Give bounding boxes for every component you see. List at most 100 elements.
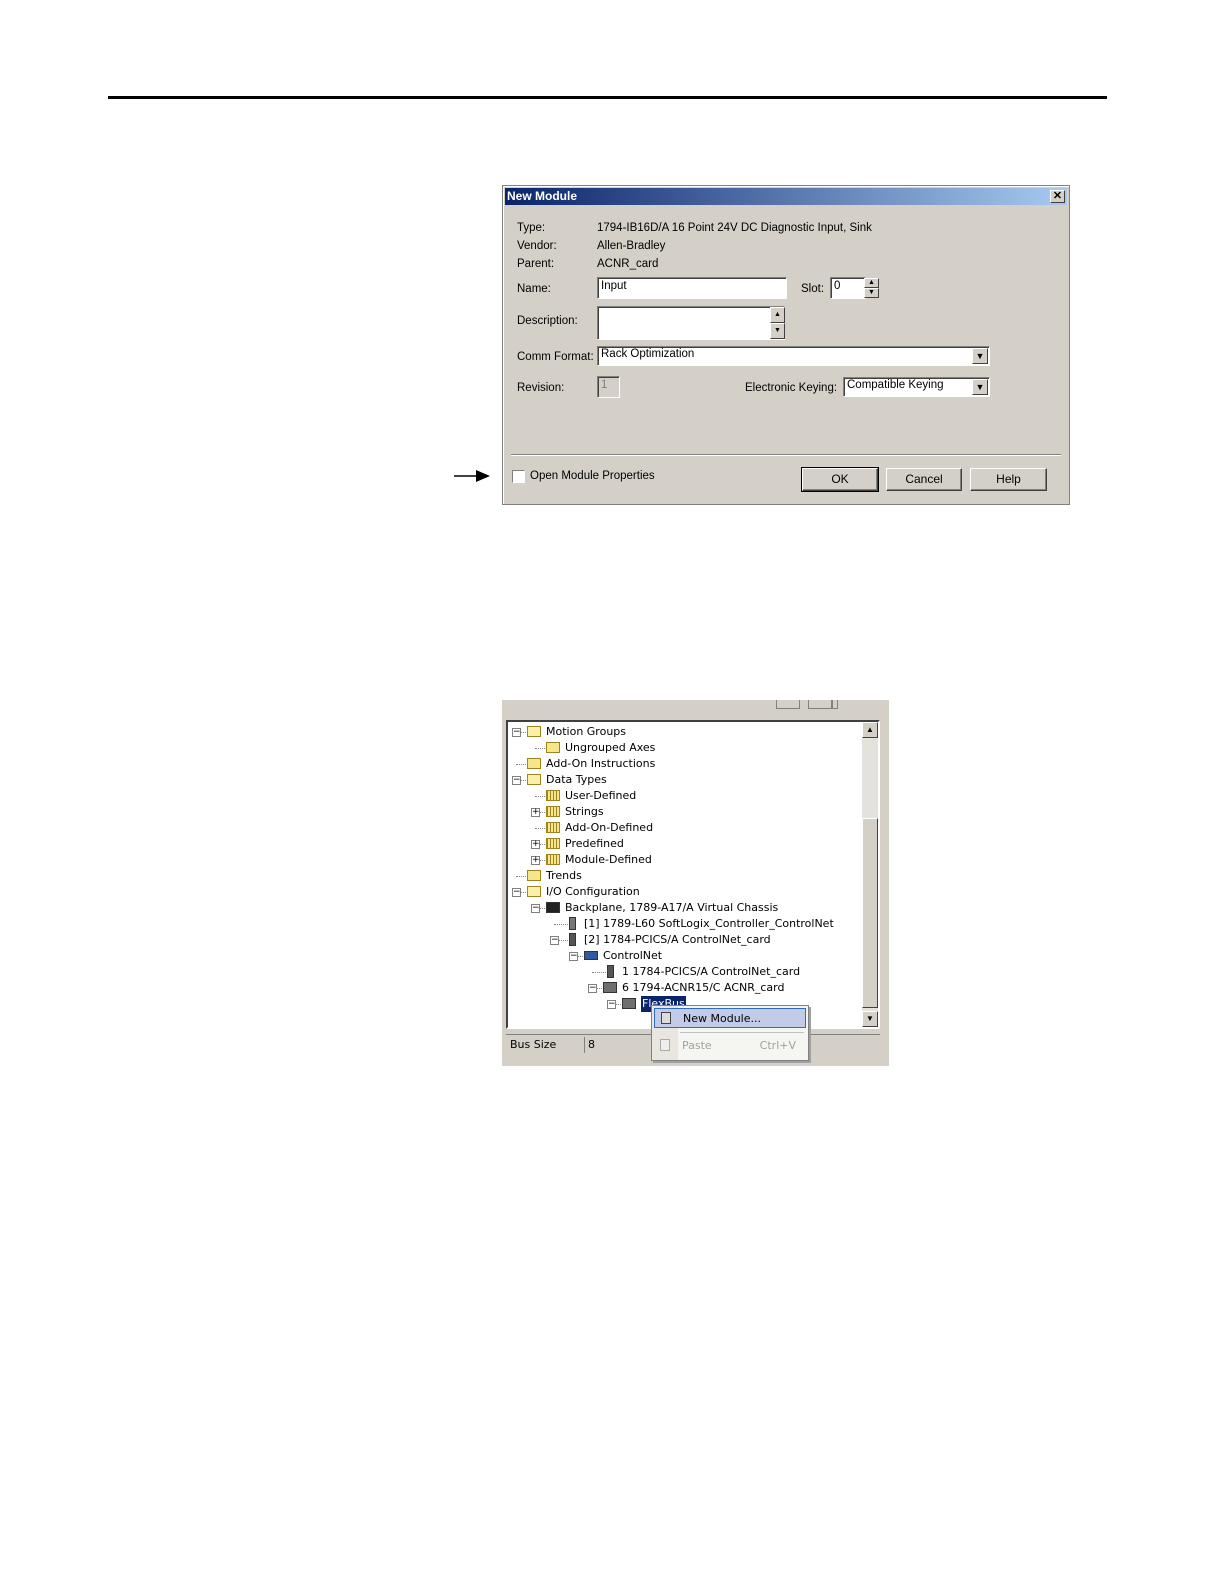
dialog-titlebar[interactable]: New Module ✕ (505, 188, 1067, 205)
type-label: Type: (517, 222, 546, 234)
tree-node-label: [1] 1789-L60 SoftLogix_Controller_Contro… (584, 917, 834, 930)
tree-node[interactable]: [1] 1789-L60 SoftLogix_Controller_Contro… (508, 916, 858, 932)
toolbar-button[interactable] (776, 700, 800, 709)
slot-spin-up-button[interactable]: ▲ (864, 278, 879, 288)
tree-node[interactable]: − 6 1794-ACNR15/C ACNR_card (508, 980, 858, 996)
electronic-keying-select[interactable]: Compatible Keying (843, 377, 990, 397)
menu-item-new-module-label: New Module... (683, 1012, 761, 1025)
tree-vertical-scrollbar[interactable]: ▲ ▼ (862, 722, 878, 1027)
collapse-icon[interactable]: − (512, 728, 521, 737)
vendor-label: Vendor: (517, 240, 557, 252)
controller-icon (569, 917, 576, 930)
open-module-properties-label[interactable]: Open Module Properties (530, 470, 655, 482)
page-top-rule (108, 96, 1107, 99)
adapter-icon (603, 982, 617, 993)
tree-node[interactable]: − Motion Groups (508, 724, 858, 740)
status-divider (584, 1037, 585, 1053)
tree-node[interactable]: 1 1784-PCICS/A ControlNet_card (508, 964, 858, 980)
electronic-keying-dropdown-button[interactable]: ▼ (972, 379, 988, 395)
toolbar-button[interactable] (808, 700, 832, 709)
collapse-icon[interactable]: − (569, 952, 578, 961)
help-button[interactable]: Help (970, 468, 1047, 491)
toolbar-button[interactable] (832, 700, 838, 709)
tree-node[interactable]: + Module-Defined (508, 852, 858, 868)
description-input[interactable] (597, 306, 785, 340)
description-scroll-up-button[interactable]: ▲ (770, 307, 785, 323)
tree-node-label: User-Defined (565, 789, 637, 802)
scroll-down-button[interactable]: ▼ (862, 1011, 878, 1027)
vendor-value: Allen-Bradley (597, 240, 666, 252)
parent-value: ACNR_card (597, 258, 659, 270)
close-button[interactable]: ✕ (1050, 190, 1065, 203)
tree-node-label: ControlNet (603, 949, 663, 962)
tree-node[interactable]: Ungrouped Axes (508, 740, 858, 756)
tree-node[interactable]: Add-On-Defined (508, 820, 858, 836)
datatype-folder-icon (546, 822, 560, 833)
scroll-thumb[interactable] (862, 818, 878, 1008)
tree-node-label: Motion Groups (546, 725, 627, 738)
datatype-folder-icon (546, 838, 560, 849)
tree-node[interactable]: + Predefined (508, 836, 858, 852)
datatype-folder-icon (546, 854, 560, 865)
collapse-icon[interactable]: − (531, 904, 540, 913)
new-module-dialog: New Module ✕ Type: 1794-IB16D/A 16 Point… (502, 185, 1070, 505)
tree-connector (592, 972, 606, 973)
toolbar-strip (502, 700, 889, 714)
description-scroll-down-button[interactable]: ▼ (770, 323, 785, 339)
scroll-up-button[interactable]: ▲ (862, 722, 878, 738)
dialog-title: New Module (507, 189, 578, 203)
tree-node[interactable]: Add-On Instructions (508, 756, 858, 772)
tree-node-label: 6 1794-ACNR15/C ACNR_card (622, 981, 785, 994)
menu-item-new-module[interactable]: New Module... (654, 1008, 806, 1028)
tree-node[interactable]: − ControlNet (508, 948, 858, 964)
menu-separator (680, 1032, 804, 1033)
name-label: Name: (517, 283, 551, 295)
comm-format-select[interactable]: Rack Optimization (597, 346, 990, 366)
comm-format-dropdown-button[interactable]: ▼ (972, 348, 988, 364)
slot-label: Slot: (801, 283, 825, 295)
tree-node[interactable]: − Backplane, 1789-A17/A Virtual Chassis (508, 900, 858, 916)
slot-spin-down-button[interactable]: ▼ (864, 288, 879, 298)
tree-node[interactable]: + Strings (508, 804, 858, 820)
type-value: 1794-IB16D/A 16 Point 24V DC Diagnostic … (597, 222, 872, 234)
folder-open-icon (527, 726, 541, 737)
bus-size-value: 8 (588, 1038, 595, 1051)
tree-node[interactable]: User-Defined (508, 788, 858, 804)
menu-item-paste[interactable]: Paste Ctrl+V (654, 1036, 806, 1056)
slot-input[interactable]: 0 (830, 277, 866, 299)
project-tree[interactable]: ▲ ▼ − Motion Groups Ungrouped Axes Add-On I… (506, 720, 880, 1029)
paste-shortcut: Ctrl+V (759, 1039, 796, 1052)
datatype-folder-icon (546, 806, 560, 817)
expand-icon[interactable]: + (531, 808, 540, 817)
collapse-icon[interactable]: − (512, 888, 521, 897)
collapse-icon[interactable]: − (607, 1000, 616, 1009)
ok-button[interactable]: OK (801, 467, 879, 492)
tree-node-label: Module-Defined (565, 853, 652, 866)
datatype-folder-icon (546, 790, 560, 801)
callout-arrow-icon (454, 470, 490, 482)
tree-node-label: 1 1784-PCICS/A ControlNet_card (622, 965, 801, 978)
menu-item-paste-label: Paste (682, 1039, 712, 1052)
tree-node-label: I/O Configuration (546, 885, 640, 898)
tree-node[interactable]: − Data Types (508, 772, 858, 788)
expand-icon[interactable]: + (531, 856, 540, 865)
tree-node[interactable]: − [2] 1784-PCICS/A ControlNet_card (508, 932, 858, 948)
tree-node[interactable]: − I/O Configuration (508, 884, 858, 900)
dialog-separator (511, 454, 1061, 456)
tree-node[interactable]: Trends (508, 868, 858, 884)
expand-icon[interactable]: + (531, 840, 540, 849)
tree-node-label: Add-On-Defined (565, 821, 654, 834)
context-menu: New Module... Paste Ctrl+V (651, 1005, 809, 1061)
tree-node-label: Predefined (565, 837, 624, 850)
name-input[interactable]: Input (597, 277, 787, 299)
folder-open-icon (527, 886, 541, 897)
parent-label: Parent: (517, 258, 555, 270)
collapse-icon[interactable]: − (550, 936, 559, 945)
collapse-icon[interactable]: − (588, 984, 597, 993)
tree-node-label: Ungrouped Axes (565, 741, 656, 754)
folder-icon (546, 742, 560, 753)
bus-icon (622, 998, 636, 1009)
cancel-button[interactable]: Cancel (886, 468, 962, 491)
open-module-properties-checkbox[interactable] (512, 470, 525, 483)
collapse-icon[interactable]: − (512, 776, 521, 785)
